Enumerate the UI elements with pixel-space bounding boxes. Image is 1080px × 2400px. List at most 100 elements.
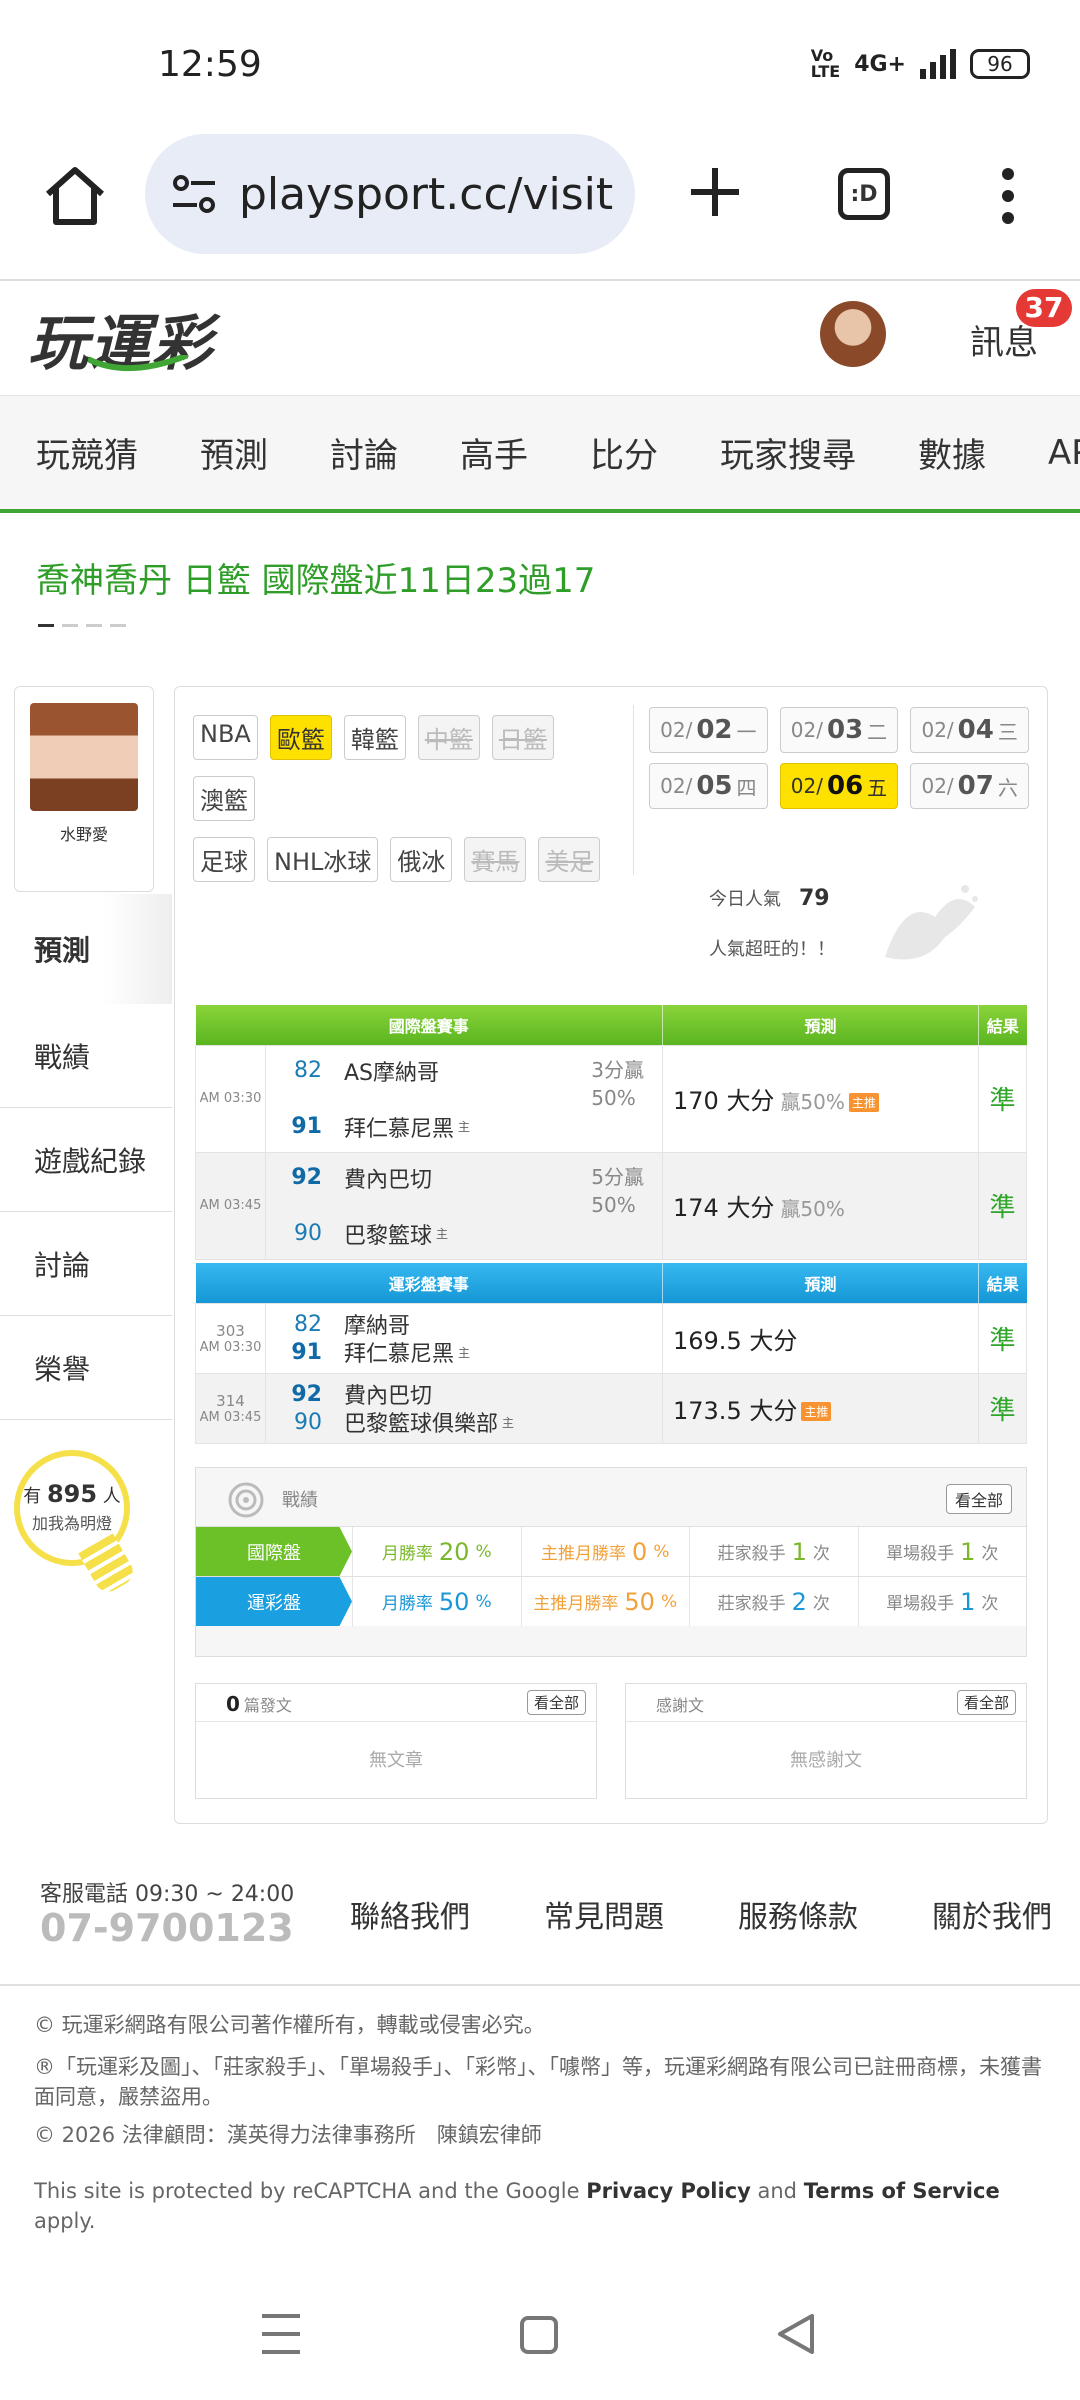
nav-item-data[interactable]: 數據 bbox=[918, 428, 986, 477]
sport-chip[interactable]: 澳籃 bbox=[193, 776, 255, 821]
date-button[interactable]: 02/05 四 bbox=[649, 763, 768, 809]
profile-card[interactable]: 水野愛 bbox=[14, 686, 154, 892]
back-icon[interactable] bbox=[778, 2314, 814, 2354]
game-result: 準 bbox=[978, 1372, 1027, 1444]
legal-text: © 2026 法律顧問：漢英得力法律事務所 陳鎮宏律師 bbox=[34, 2123, 542, 2147]
sidebar-item-discuss[interactable]: 討論 bbox=[0, 1212, 172, 1316]
ticker-dot[interactable] bbox=[86, 624, 102, 627]
col-header-game: 國際盤賽事 bbox=[195, 1005, 663, 1045]
team-name: 拜仁慕尼黑 bbox=[344, 1116, 455, 1142]
sport-chip[interactable]: 韓籃 bbox=[343, 715, 406, 760]
col-header-predict: 預測 bbox=[662, 1005, 979, 1045]
footer-link-terms[interactable]: 服務條款 bbox=[738, 1892, 932, 1936]
date-weekday: 一 bbox=[736, 719, 757, 744]
game-result: 準 bbox=[978, 1044, 1027, 1153]
prediction-note: 贏50% bbox=[780, 1197, 845, 1221]
main-pick-rate-unit: % bbox=[660, 1591, 678, 1612]
record-tag: 運彩盤 bbox=[196, 1577, 352, 1626]
date-day: 03 bbox=[826, 715, 864, 745]
date-button[interactable]: 02/02 一 bbox=[649, 707, 768, 753]
date-button[interactable]: 02/07 六 bbox=[910, 763, 1029, 809]
main-pick-rate-label: 主推月勝率 bbox=[533, 1594, 619, 1614]
sport-chip[interactable]: 俄冰 bbox=[390, 837, 453, 882]
nav-item-predict[interactable]: 預測 bbox=[200, 428, 268, 477]
more-options-icon[interactable] bbox=[990, 166, 1026, 226]
nav-item-experts[interactable]: 高手 bbox=[460, 428, 528, 477]
nav-item-scores[interactable]: 比分 bbox=[590, 428, 658, 477]
network-label: 4G+ bbox=[854, 51, 906, 77]
sidebar-item-record[interactable]: 戰績 bbox=[0, 1004, 172, 1108]
trademark-text: ®「玩運彩及圖」、「莊家殺手」、「單場殺手」、「彩幣」、「噱幣」等，玩運彩網路有… bbox=[34, 2055, 1042, 2109]
ticker-dot[interactable] bbox=[38, 624, 54, 627]
popularity-label: 今日人氣 bbox=[709, 889, 781, 910]
privacy-policy-link[interactable]: Privacy Policy bbox=[586, 2179, 751, 2203]
recent-apps-icon[interactable] bbox=[262, 2314, 300, 2354]
sport-chip[interactable]: 賽馬 bbox=[464, 837, 527, 882]
sport-chip[interactable]: 美足 bbox=[538, 837, 601, 882]
sport-chip[interactable]: NBA bbox=[193, 715, 258, 760]
headline-ticker[interactable]: 喬神喬丹 日籃 國際盤近11日23過17 bbox=[36, 553, 595, 602]
monthly-rate-unit: % bbox=[475, 1541, 492, 1562]
sport-chip[interactable]: 足球 bbox=[193, 837, 255, 882]
date-day: 04 bbox=[957, 715, 994, 745]
user-avatar[interactable] bbox=[820, 301, 886, 367]
home-icon[interactable] bbox=[40, 160, 110, 230]
record-view-all-button[interactable]: 看全部 bbox=[945, 1484, 1012, 1514]
sidebar-item-predict[interactable]: 預測 bbox=[0, 894, 172, 1004]
target-icon bbox=[228, 1482, 264, 1518]
tab-switcher-button[interactable]: :D bbox=[838, 168, 890, 220]
record-tag: 國際盤 bbox=[196, 1527, 352, 1576]
date-month: 02/ bbox=[790, 774, 823, 798]
articles-view-all-button[interactable]: 看全部 bbox=[526, 1690, 586, 1715]
home-nav-icon[interactable] bbox=[520, 2316, 558, 2354]
sport-chip[interactable]: 歐籃 bbox=[269, 715, 332, 760]
ticker-dot[interactable] bbox=[62, 624, 78, 627]
sidebar-item-game-log[interactable]: 遊戲紀錄 bbox=[0, 1108, 172, 1212]
site-settings-icon[interactable] bbox=[169, 169, 219, 219]
nav-item-discuss[interactable]: 討論 bbox=[330, 428, 398, 477]
footer-link-contact[interactable]: 聯絡我們 bbox=[350, 1892, 544, 1936]
banker-killer: 莊家殺手 2 次 bbox=[689, 1577, 858, 1626]
banker-killer-label: 莊家殺手 bbox=[717, 1594, 786, 1614]
sidebar-item-honor[interactable]: 榮譽 bbox=[0, 1316, 172, 1420]
sport-filter: NBA 歐籃 韓籃 中籃 日籃 澳籃 足球 NHL冰球 俄冰 賽馬 美足 bbox=[193, 715, 623, 898]
nav-item-app[interactable]: APP bbox=[1048, 433, 1080, 473]
site-header: 玩運彩 訊息 37 bbox=[0, 281, 1080, 393]
browser-toolbar: playsport.cc/visit :D bbox=[0, 130, 1080, 280]
terms-of-service-link[interactable]: Terms of Service bbox=[804, 2179, 1000, 2203]
banker-killer-unit: 次 bbox=[812, 1544, 830, 1564]
service-hours: 客服電話 09:30 ~ 24:00 bbox=[40, 1882, 295, 1907]
address-bar[interactable]: playsport.cc/visit bbox=[145, 134, 635, 254]
footer-link-faq[interactable]: 常見問題 bbox=[544, 1892, 738, 1936]
nav-item-player-search[interactable]: 玩家搜尋 bbox=[720, 428, 856, 477]
monthly-rate: 月勝率 50% bbox=[352, 1577, 521, 1626]
team-row-away: 92 費內巴切 bbox=[276, 1380, 652, 1410]
team-score: 90 bbox=[294, 1221, 322, 1246]
footer-link-about[interactable]: 關於我們 bbox=[932, 1892, 1080, 1936]
sport-row: 澳籃 bbox=[193, 776, 623, 821]
team-name: 費內巴切 bbox=[344, 1167, 433, 1193]
tab-switcher-label: :D bbox=[850, 181, 878, 207]
game-prediction: 169.5 大分 bbox=[662, 1302, 979, 1374]
date-button[interactable]: 02/06 五 bbox=[779, 763, 899, 809]
sport-chip[interactable]: 中籃 bbox=[417, 715, 480, 760]
thanks-view-all-button[interactable]: 看全部 bbox=[956, 1690, 1016, 1715]
footer-links: 聯絡我們 常見問題 服務條款 關於我們 bbox=[350, 1892, 1080, 1936]
banker-killer-label: 莊家殺手 bbox=[717, 1544, 786, 1564]
date-button[interactable]: 02/04 三 bbox=[910, 707, 1029, 753]
ticker-dot[interactable] bbox=[110, 624, 126, 627]
sport-chip[interactable]: 日籃 bbox=[491, 715, 554, 760]
sport-row: NBA 歐籃 韓籃 中籃 日籃 bbox=[193, 715, 623, 760]
date-day: 02 bbox=[696, 715, 733, 745]
new-tab-icon[interactable] bbox=[685, 162, 745, 222]
fans-count-line: 有 895 人 bbox=[20, 1480, 124, 1508]
site-logo[interactable]: 玩運彩 bbox=[28, 295, 214, 382]
date-button[interactable]: 02/03 二 bbox=[779, 707, 899, 753]
service-phone[interactable]: 07-9700123 bbox=[40, 1906, 294, 1950]
nav-item-guess[interactable]: 玩競猜 bbox=[36, 428, 138, 477]
date-weekday: 三 bbox=[997, 719, 1018, 744]
thanks-header: 感謝文 看全部 bbox=[626, 1684, 1026, 1722]
sport-chip[interactable]: NHL冰球 bbox=[267, 837, 379, 882]
filter-divider bbox=[633, 705, 634, 875]
monthly-rate-label: 月勝率 bbox=[381, 1594, 433, 1614]
